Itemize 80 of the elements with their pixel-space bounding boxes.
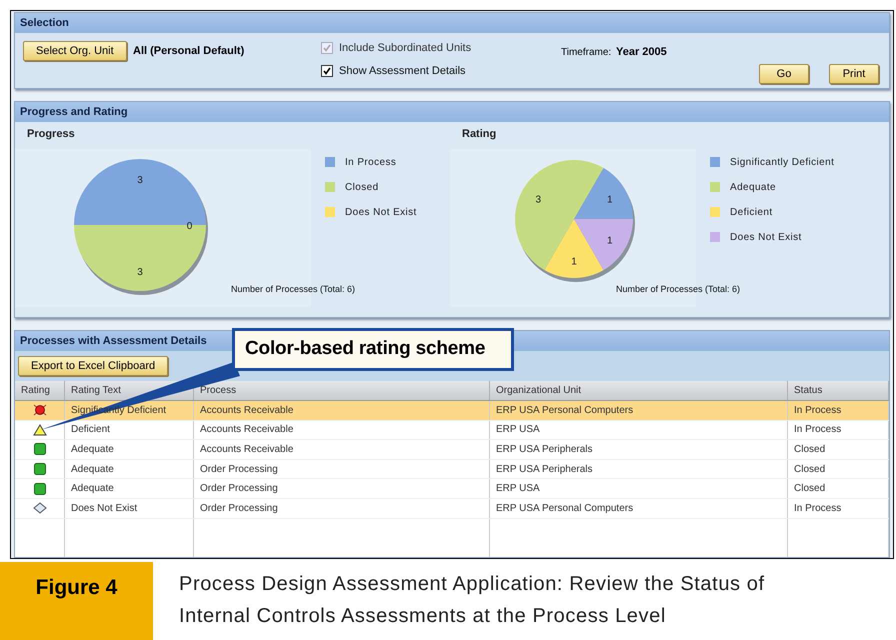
table-cell-text: Adequate <box>71 482 114 496</box>
chart-title: Rating <box>462 127 498 142</box>
checkbox-label: Include Subordinated Units <box>339 41 472 56</box>
legend-label: Adequate <box>730 180 776 194</box>
chart-title: Progress <box>27 127 76 142</box>
table-cell-text: ERP USA <box>496 482 540 496</box>
figure-label: Figure 4 <box>36 575 118 601</box>
data-label: 3 <box>137 266 143 278</box>
table-cell-text: Accounts Receivable <box>200 423 294 438</box>
legend-label: Significantly Deficient <box>730 156 834 170</box>
table-cell-text: Adequate <box>71 442 114 457</box>
axis-label: Number of Processes (Total: 6) <box>616 282 740 296</box>
table-row[interactable]: Does Not Exist Order Processing ERP USA Personal Computers In Process <box>15 498 889 519</box>
table-cell-text: Deficient <box>71 423 110 438</box>
org-unit-value: All (Personal Default) <box>133 44 244 59</box>
checkbox[interactable] <box>321 65 333 78</box>
legend-swatch <box>325 182 335 192</box>
table-cell-text: Accounts Receivable <box>200 404 294 418</box>
export-button[interactable]: Export to Excel Clipboard <box>18 356 168 376</box>
action-button[interactable]: Go <box>759 64 809 84</box>
action-button[interactable]: Print <box>829 64 879 84</box>
alarm-icon <box>32 404 46 416</box>
table-row[interactable]: Deficient Accounts Receivable ERP USA In Process <box>15 420 889 440</box>
table-cell-text: ERP USA Personal Computers <box>496 502 634 516</box>
warning-icon <box>32 424 46 436</box>
column-header[interactable]: Rating Text <box>71 383 121 398</box>
table-row[interactable]: Adequate Accounts Receivable ERP USA Peripherals Closed <box>15 440 889 460</box>
legend-swatch <box>710 157 720 167</box>
legend-swatch <box>325 207 335 217</box>
table-cell-text: In Process <box>794 502 842 516</box>
table-cell-text: Closed <box>794 462 826 477</box>
table-cell-text: Order Processing <box>200 482 278 496</box>
data-label: 1 <box>606 194 613 205</box>
table-cell-text: Does Not Exist <box>71 502 138 516</box>
legend-label: Closed <box>345 180 379 194</box>
table-cell-text: Closed <box>794 442 826 457</box>
table-cell-text: Closed <box>794 482 826 496</box>
data-label: 3 <box>137 174 143 186</box>
table-cell-text: Accounts Receivable <box>200 442 294 457</box>
table-cell-text: ERP USA Peripherals <box>496 442 593 457</box>
square-icon <box>34 463 46 476</box>
square-icon <box>34 443 46 456</box>
column-header[interactable]: Status <box>794 383 822 398</box>
legend-swatch <box>325 157 335 167</box>
legend-label: Does Not Exist <box>345 206 417 220</box>
data-label: 1 <box>571 256 577 267</box>
checkbox-label: Show Assessment Details <box>339 64 466 79</box>
legend-swatch <box>710 182 720 192</box>
select-org-unit-button[interactable]: Select Org. Unit <box>23 41 127 61</box>
table-row[interactable]: Adequate Order Processing ERP USA Closed <box>15 479 889 499</box>
timeframe-label: Timeframe: <box>561 46 612 60</box>
panel-title: Processes with Assessment Details <box>20 334 207 349</box>
data-label: 1 <box>606 235 613 246</box>
table-cell-text: Order Processing <box>200 462 278 477</box>
square-icon <box>34 482 46 495</box>
callout-text: Color-based rating scheme <box>245 337 486 362</box>
panel-title: Selection <box>20 16 69 31</box>
legend-label: Deficient <box>730 206 773 220</box>
axis-label: Number of Processes (Total: 6) <box>231 282 356 296</box>
column-header[interactable]: Organizational Unit <box>496 383 582 398</box>
data-label: 0 <box>186 220 192 232</box>
legend-swatch <box>710 232 720 242</box>
legend-swatch <box>710 207 720 217</box>
timeframe-value: Year 2005 <box>616 45 667 60</box>
figure-caption: Process Design Assessment Application: Review the Status of Internal Controls Assessments at the Process Level <box>179 572 766 629</box>
diamond-icon <box>32 502 46 514</box>
table-cell-text: In Process <box>794 423 842 438</box>
column-header[interactable]: Rating <box>21 383 50 398</box>
table-cell-text: Order Processing <box>200 502 278 516</box>
table-cell-text: ERP USA Peripherals <box>496 462 593 477</box>
table-cell-text: ERP USA Personal Computers <box>496 404 634 418</box>
table-cell-text: Adequate <box>71 462 114 477</box>
data-label: 3 <box>535 194 542 205</box>
legend-label: In Process <box>345 156 396 170</box>
legend-label: Does Not Exist <box>730 230 802 244</box>
table-row[interactable]: Adequate Order Processing ERP USA Peripherals Closed <box>15 460 889 480</box>
table-cell-text: ERP USA <box>496 423 540 438</box>
column-header[interactable]: Process <box>200 383 236 398</box>
table-cell-text: In Process <box>794 404 842 418</box>
panel-title: Progress and Rating <box>20 104 128 120</box>
